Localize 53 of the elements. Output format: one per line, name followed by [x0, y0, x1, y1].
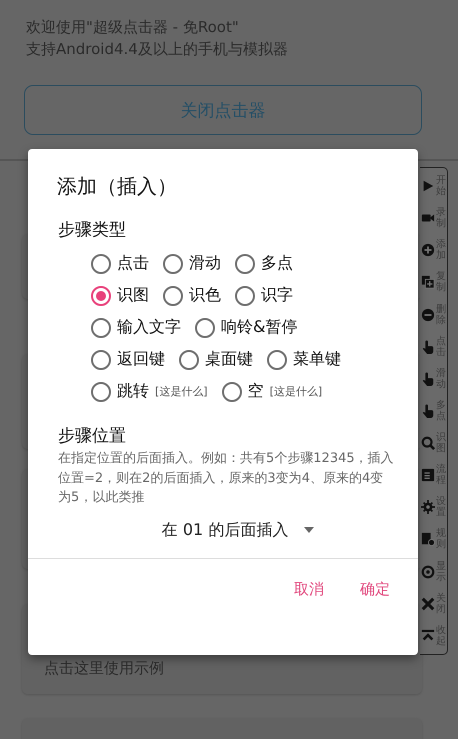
welcome-text: 欢迎使用"超级点击器 - 免Root": [26, 18, 240, 37]
option-label: 桌面键: [205, 349, 253, 370]
radio-button[interactable]: [179, 350, 199, 370]
dialog-button[interactable]: 确定: [352, 574, 398, 604]
option-label: 识字: [261, 285, 293, 306]
eye-icon[interactable]: [421, 564, 435, 579]
radio-button[interactable]: [163, 286, 183, 306]
option-label: 响铃&暂停: [221, 317, 298, 338]
radio-button[interactable]: [91, 350, 111, 370]
close-icon[interactable]: [421, 596, 435, 611]
radio-button[interactable]: [195, 318, 215, 338]
help-link[interactable]: [这是什么]: [270, 384, 322, 399]
option-label: 点击: [117, 253, 149, 274]
search-icon[interactable]: [421, 436, 435, 450]
option-label: 滑动: [189, 253, 221, 274]
radio-button[interactable]: [91, 254, 111, 274]
section-heading: 步骤类型: [57, 219, 127, 241]
radio-button[interactable]: [163, 254, 183, 274]
option-label: 返回键: [117, 349, 165, 370]
play-icon[interactable]: [421, 179, 435, 194]
option-label: 识图: [117, 285, 149, 306]
document-gear-icon[interactable]: [421, 532, 435, 546]
example-text: 点击这里使用示例: [44, 659, 164, 677]
copy-icon[interactable]: [421, 275, 435, 290]
option-label: 跳转: [117, 381, 149, 402]
caret-icon: [304, 527, 314, 533]
hand-icon[interactable]: [421, 372, 435, 386]
document-icon[interactable]: [421, 468, 435, 482]
collapse-icon[interactable]: [421, 628, 435, 643]
radio-button[interactable]: [235, 286, 255, 306]
welcome-text: 支持Android4.4及以上的手机与模拟器: [26, 40, 289, 59]
option-label: 空: [248, 381, 264, 402]
dialog-button[interactable]: 取消: [286, 574, 332, 604]
option-label: 识色: [189, 285, 221, 306]
description-text: 在指定位置的后面插入。例如：共有5个步骤12345，插入位置=2，则在2的后面插入，原来的3变为4、原来的4变为5，以此类推: [57, 450, 395, 507]
option-label: 菜单键: [293, 349, 341, 370]
settings-icon[interactable]: [421, 500, 435, 514]
help-link[interactable]: [这是什么]: [155, 384, 208, 399]
position-dropdown[interactable]: 在 01 的后面插入: [132, 520, 314, 540]
radio-button[interactable]: [222, 382, 242, 402]
hand-icon[interactable]: [421, 340, 435, 354]
dialog-title: 添加（插入）: [56, 173, 178, 200]
hand-icon[interactable]: [421, 404, 435, 418]
option-label: 多点: [261, 253, 293, 274]
plus-icon[interactable]: [421, 243, 435, 258]
radio-button[interactable]: [267, 350, 287, 370]
radio-button[interactable]: [91, 382, 111, 402]
radio-button[interactable]: [91, 318, 111, 338]
radio-button[interactable]: [235, 254, 255, 274]
minus-icon[interactable]: [421, 308, 435, 322]
section-heading: 步骤位置: [57, 425, 127, 447]
option-label: 输入文字: [117, 317, 181, 338]
radio-button[interactable]: [91, 286, 111, 306]
